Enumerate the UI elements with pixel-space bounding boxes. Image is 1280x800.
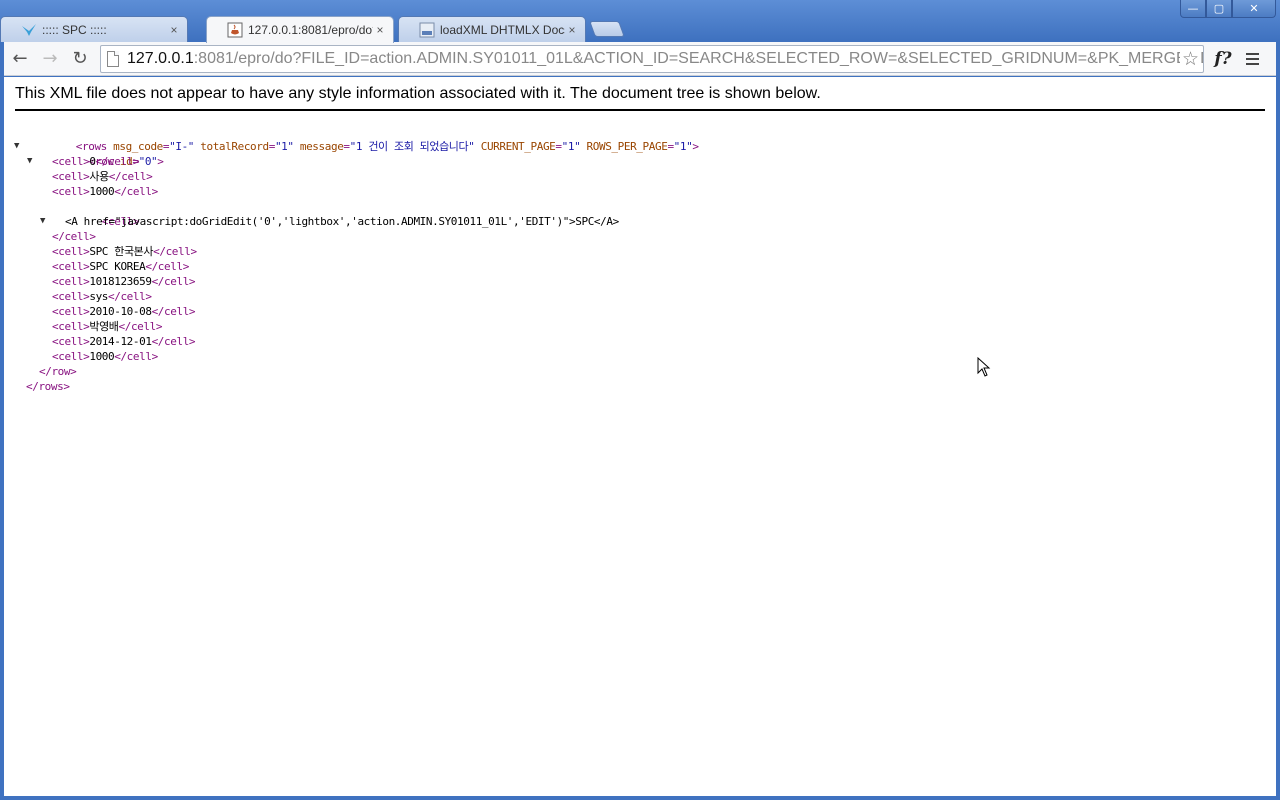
tab-title: ::::: SPC ::::: [42, 22, 107, 37]
minimize-button[interactable]: — [1180, 0, 1206, 18]
url-path: :8081/epro/do?FILE_ID=action.ADMIN.SY010… [193, 49, 1204, 67]
address-bar[interactable]: 127.0.0.1:8081/epro/do?FILE_ID=action.AD… [100, 44, 1204, 73]
xml-rows-open: ▼ <rows msg_code="I-" totalRecord="1" mes… [14, 140, 699, 153]
xml-cell: <cell>박영배</cell> [52, 320, 163, 333]
tab-close-icon[interactable]: × [373, 23, 387, 37]
xml-cell: <cell>SPC KOREA</cell> [52, 260, 189, 273]
extension-button[interactable]: f? [1208, 49, 1238, 69]
xml-style-notice: This XML file does not appear to have an… [15, 85, 1265, 111]
xml-tree: ▼ <rows msg_code="I-" totalRecord="1" mes… [14, 124, 699, 394]
tab-spc[interactable]: ::::: SPC ::::: × [0, 16, 188, 42]
xml-cell-close: </cell> [52, 230, 96, 243]
java-cup-icon [227, 22, 243, 38]
xml-row-close: </row> [39, 365, 77, 378]
xml-rows-close: </rows> [26, 380, 70, 393]
xml-cell: <cell>sys</cell> [52, 290, 152, 303]
url-host: 127.0.0.1 [127, 49, 194, 67]
tab-title: loadXML DHTMLX Docs [440, 22, 565, 37]
back-button[interactable]: ← [6, 45, 34, 73]
xml-row-open: ▼ <row id="0"> [27, 155, 164, 168]
tab-close-icon[interactable]: × [167, 23, 181, 37]
tab-dhtmlx-docs[interactable]: loadXML DHTMLX Docs × [398, 16, 586, 42]
tab-strip: ::::: SPC ::::: × 127.0.0.1:8081/epro/do… [0, 0, 1280, 43]
xml-link-text: <A href="javascript:doGridEdit('0','ligh… [65, 215, 619, 228]
mouse-cursor-icon [977, 357, 991, 377]
maximize-button[interactable]: ▢ [1206, 0, 1232, 18]
reload-button[interactable]: ↻ [66, 45, 94, 73]
close-window-button[interactable]: ✕ [1232, 0, 1276, 18]
xml-cell: <cell>2010-10-08</cell> [52, 305, 196, 318]
xml-cell: <cell>1000</cell> [52, 350, 158, 363]
xml-cell: <cell>1000</cell> [52, 185, 158, 198]
window-controls: — ▢ ✕ [1180, 0, 1276, 18]
page-content: This XML file does not appear to have an… [4, 77, 1276, 796]
xml-cell: <cell>2014-12-01</cell> [52, 335, 196, 348]
xml-cell: <cell>SPC 한국본사</cell> [52, 245, 197, 258]
forward-button[interactable]: → [36, 45, 64, 73]
page-icon [107, 50, 119, 67]
browser-toolbar: ← → ↻ 127.0.0.1:8081/epro/do?FILE_ID=act… [4, 42, 1276, 76]
bookmark-star-icon[interactable]: ☆ [1179, 47, 1199, 71]
tab-xml-response[interactable]: 127.0.0.1:8081/epro/do? × [206, 16, 394, 43]
dhx-icon [419, 22, 435, 38]
xml-cell: <cell>1018123659</cell> [52, 275, 196, 288]
menu-icon[interactable] [1238, 52, 1266, 65]
tab-title: 127.0.0.1:8081/epro/do? [248, 23, 373, 37]
xml-cell: <cell>0</cell> [52, 155, 140, 168]
tab-close-icon[interactable]: × [565, 23, 579, 37]
new-tab-button[interactable] [589, 21, 625, 37]
spc-bird-icon [21, 22, 37, 38]
xml-cell: <cell>사용</cell> [52, 170, 153, 183]
xml-cell-open: ▼ <cell> [40, 215, 140, 228]
browser-window: ::::: SPC ::::: × 127.0.0.1:8081/epro/do… [0, 0, 1280, 800]
